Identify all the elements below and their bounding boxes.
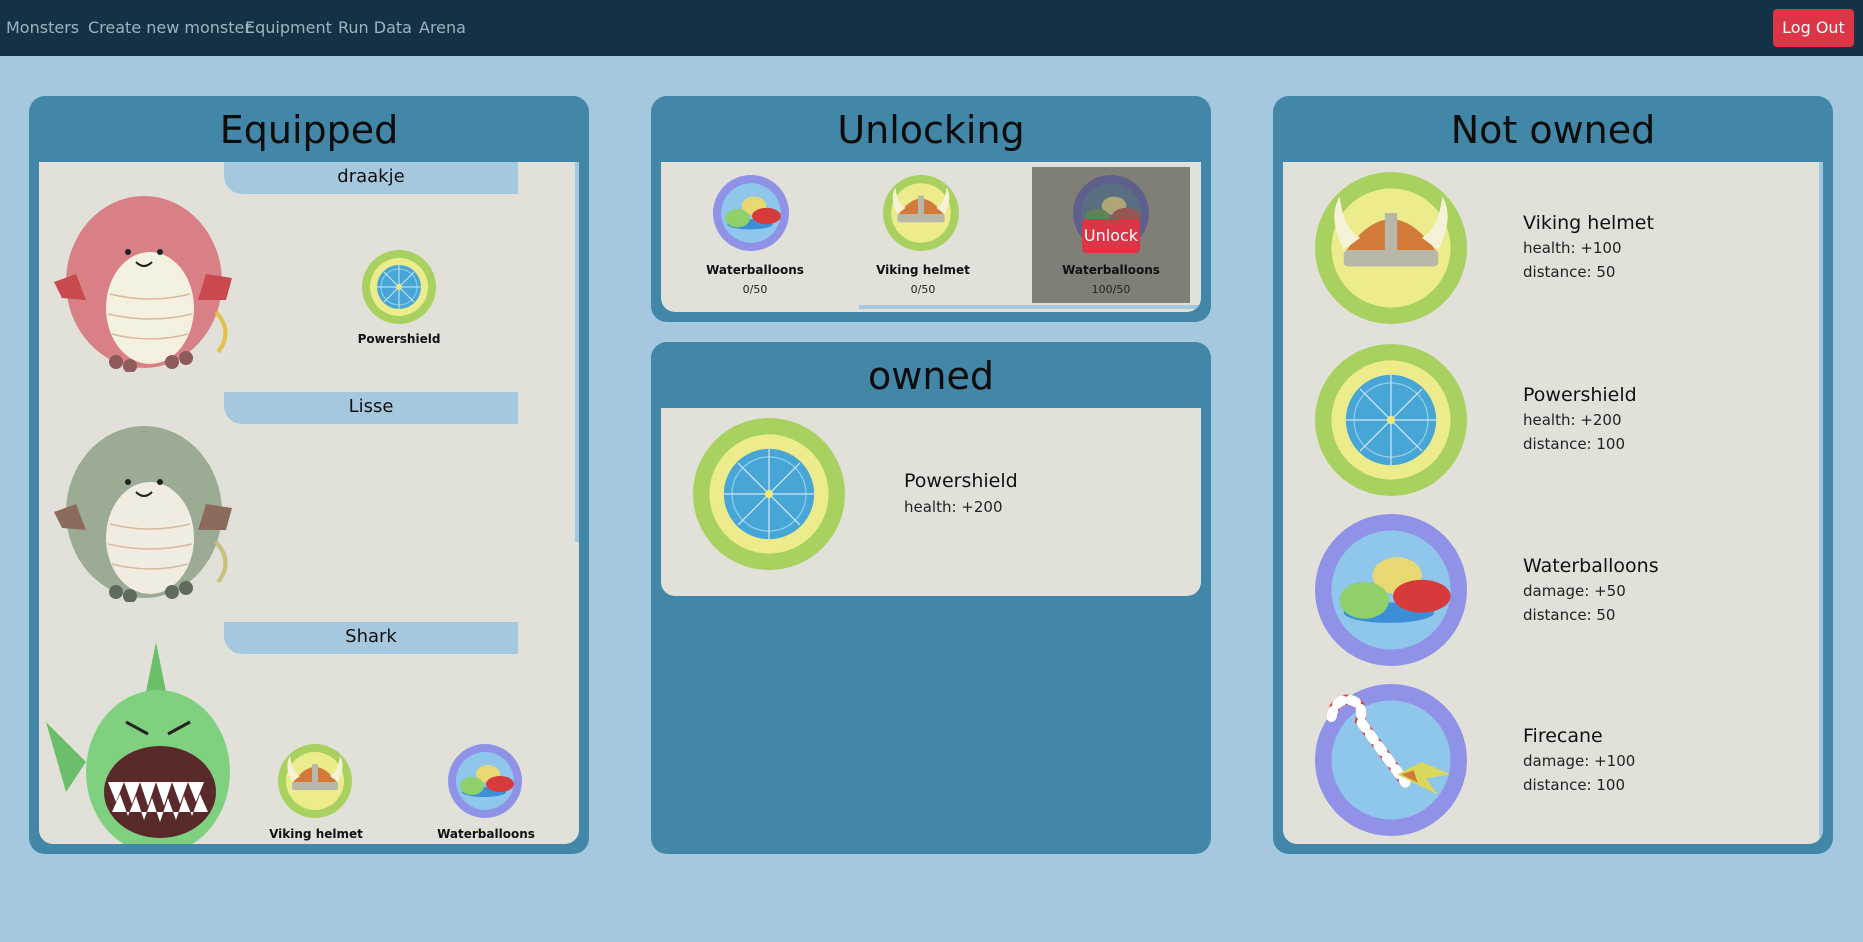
item-stat: damage: +100 [1523, 752, 1636, 770]
shark-icon [46, 642, 230, 844]
unlocking-item-progress: 100/50 [1091, 283, 1131, 296]
nav-link-run-data[interactable]: Run Data [338, 18, 412, 37]
monster-name: draakje [224, 162, 518, 194]
monster-card-draakje[interactable]: draakje Powershield [44, 162, 518, 382]
owned-item[interactable]: Powershield health: +200 [661, 408, 1201, 596]
owned-panel: owned Powershield health: +200 [651, 342, 1211, 854]
item-stat: distance: 50 [1523, 263, 1616, 281]
powershield-icon [693, 418, 845, 570]
monster-card-lisse[interactable]: Lisse [44, 392, 518, 612]
equipped-scrollbar[interactable] [575, 162, 579, 542]
nav-link-equipment[interactable]: Equipment [245, 18, 332, 37]
viking-helmet-icon [883, 175, 959, 251]
item-label: Viking helmet [269, 827, 363, 841]
firecane-icon [1315, 684, 1467, 836]
unlock-button[interactable]: Unlock [1082, 219, 1140, 253]
green-dragon-icon [54, 426, 232, 602]
unlocking-title: Unlocking [837, 108, 1025, 152]
equipped-list[interactable]: draakje Powershield Lisse Shark Viking h… [39, 162, 579, 844]
item-stat: health: +100 [1523, 239, 1622, 257]
item-label: Waterballoons [1523, 555, 1659, 577]
monster-name: Shark [224, 622, 518, 654]
monster-card-shark[interactable]: Shark Viking helmet Waterballoons [44, 622, 535, 844]
equipped-title: Equipped [219, 108, 399, 152]
unlocking-item-progress: 0/50 [910, 283, 936, 296]
owned-item-stat: health: +200 [904, 498, 1003, 516]
item-label: Firecane [1523, 725, 1603, 747]
unlocking-item-label: Waterballoons [706, 263, 804, 277]
item-label: Waterballoons [437, 827, 535, 841]
top-navbar: Monsters Create new monster Equipment Ru… [0, 0, 1863, 56]
unlocking-item-label: Viking helmet [876, 263, 970, 277]
not-owned-item[interactable]: Viking helmet health: +100 distance: 50 [1283, 162, 1819, 332]
pink-dragon-icon [54, 196, 232, 372]
item-stat: distance: 100 [1523, 435, 1626, 453]
item-label: Viking helmet [1523, 212, 1654, 234]
not-owned-item[interactable]: Powershield health: +200 distance: 100 [1283, 332, 1819, 502]
not-owned-scrollbar[interactable] [1819, 162, 1823, 844]
unlocking-item-ready[interactable]: Unlock Waterballoons 100/50 [1032, 167, 1190, 303]
waterballoons-icon [448, 744, 522, 818]
item-label: Powershield [357, 332, 441, 346]
nav-link-create-new-monster[interactable]: Create new monster [88, 18, 251, 37]
not-owned-item[interactable]: Firecane damage: +100 distance: 100 [1283, 672, 1819, 842]
unlocking-scrollbar[interactable] [859, 305, 1199, 309]
unlocking-item[interactable]: Waterballoons 0/50 [671, 167, 831, 303]
owned-title: owned [868, 354, 994, 398]
unlocking-item-progress: 0/50 [742, 283, 768, 296]
not-owned-list[interactable]: Viking helmet health: +100 distance: 50 … [1283, 162, 1823, 844]
viking-helmet-icon [1315, 172, 1467, 324]
viking-helmet-icon [278, 744, 352, 818]
logout-button[interactable]: Log Out [1773, 9, 1854, 47]
not-owned-panel: Not owned Viking helmet health: +100 dis… [1273, 96, 1833, 854]
powershield-icon [1315, 344, 1467, 496]
not-owned-item[interactable]: Waterballoons damage: +50 distance: 50 [1283, 502, 1819, 672]
owned-item-label: Powershield [904, 470, 1018, 492]
item-stat: distance: 50 [1523, 606, 1616, 624]
monster-name: Lisse [224, 392, 518, 424]
not-owned-title: Not owned [1450, 108, 1656, 152]
unlocking-panel: Unlocking Waterballoons 0/50 Viking helm… [651, 96, 1211, 322]
item-label: Powershield [1523, 384, 1637, 406]
unlocking-list[interactable]: Waterballoons 0/50 Viking helmet 0/50 Un… [661, 162, 1201, 312]
waterballoons-icon [1315, 514, 1467, 666]
waterballoons-icon [713, 175, 789, 251]
item-stat: health: +200 [1523, 411, 1622, 429]
unlocking-item-label: Waterballoons [1062, 263, 1160, 277]
nav-link-arena[interactable]: Arena [419, 18, 466, 37]
equipped-panel: Equipped draakje Powershield Lisse Shark… [29, 96, 589, 854]
nav-link-monsters[interactable]: Monsters [6, 18, 79, 37]
item-stat: distance: 100 [1523, 776, 1626, 794]
item-stat: damage: +50 [1523, 582, 1626, 600]
unlocking-item[interactable]: Viking helmet 0/50 [841, 167, 1001, 303]
powershield-icon [362, 250, 436, 324]
owned-list[interactable]: Powershield health: +200 [661, 408, 1201, 596]
